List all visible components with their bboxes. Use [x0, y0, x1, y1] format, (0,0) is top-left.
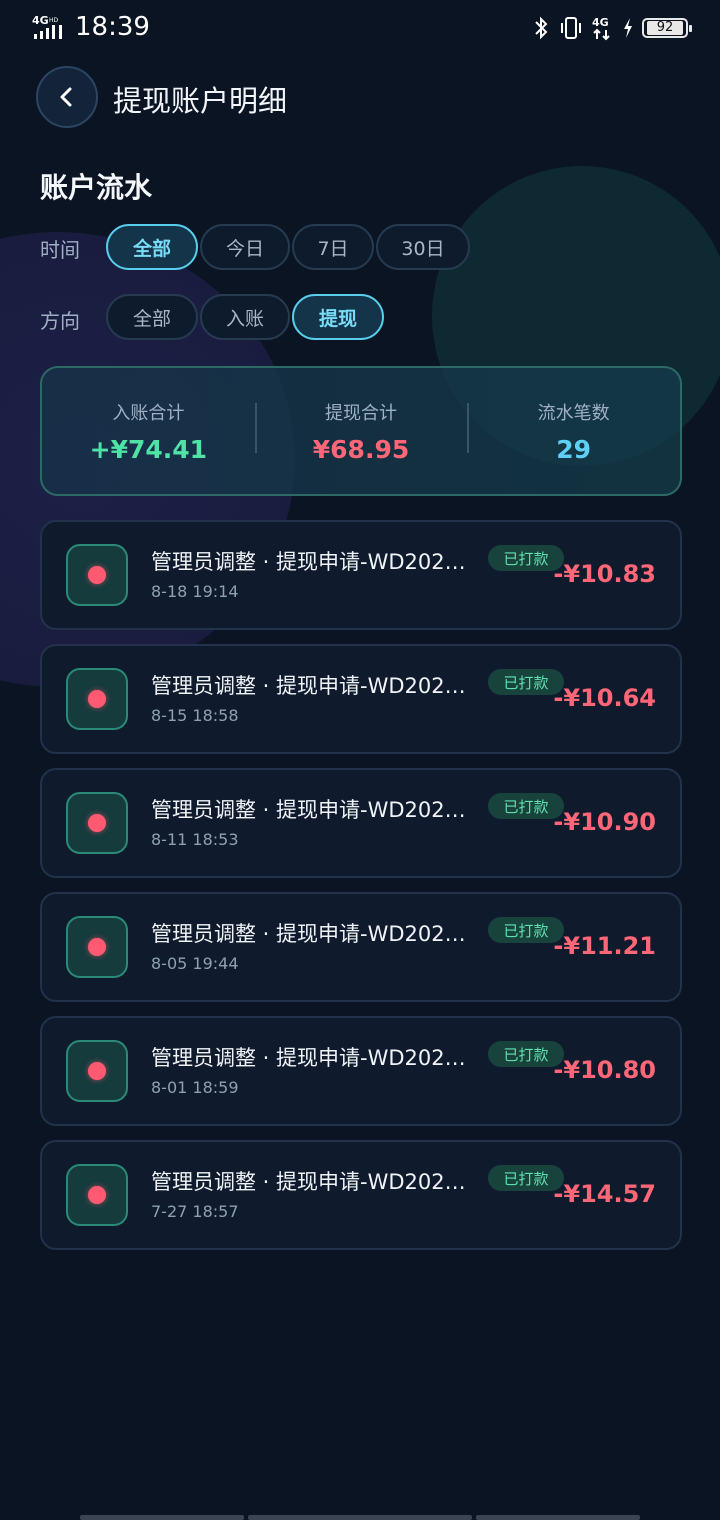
status-icons: 4G 92	[532, 14, 692, 42]
withdraw-total-value: ¥68.95	[312, 434, 410, 464]
time-chip-all[interactable]: 全部	[106, 224, 198, 270]
transaction-amount: -¥14.57	[553, 1180, 656, 1208]
time-chip-today[interactable]: 今日	[200, 224, 290, 270]
nav-hint-bar	[80, 1515, 244, 1520]
transaction-title: 管理员调整 · 提现申请-WD20250811	[151, 798, 467, 822]
transaction-time: 8-11 18:53	[151, 830, 239, 849]
transaction-icon	[66, 544, 128, 606]
time-chip-7d[interactable]: 7日	[292, 224, 374, 270]
direction-filter: 全部 入账 提现	[106, 294, 384, 340]
summary-card: 入账合计 +¥74.41 提现合计 ¥68.95 流水笔数 29	[40, 366, 682, 496]
transaction-time: 8-05 19:44	[151, 954, 239, 973]
time-filter-label: 时间	[40, 238, 80, 262]
transaction-title: 管理员调整 · 提现申请-WD20250815	[151, 674, 467, 698]
status-bar: 4G HD 18:39 4G 92	[0, 0, 720, 56]
transaction-icon	[66, 1164, 128, 1226]
page-title: 提现账户明细	[113, 84, 288, 118]
transaction-item[interactable]: 管理员调整 · 提现申请-WD20250811 8-11 18:53 已打款 -…	[40, 768, 682, 878]
income-total: 入账合计 +¥74.41	[42, 399, 255, 464]
nav-hint-bar	[248, 1515, 472, 1520]
transaction-time: 8-18 19:14	[151, 582, 239, 601]
charging-icon	[624, 18, 632, 38]
transaction-title: 管理员调整 · 提现申请-WD20250805	[151, 922, 467, 946]
transaction-time: 8-01 18:59	[151, 1078, 239, 1097]
direction-chip-withdraw[interactable]: 提现	[292, 294, 384, 340]
transaction-icon	[66, 916, 128, 978]
transaction-item[interactable]: 管理员调整 · 提现申请-WD20250815 8-15 18:58 已打款 -…	[40, 644, 682, 754]
transaction-amount: -¥10.64	[553, 684, 656, 712]
chevron-left-icon	[60, 87, 72, 107]
income-total-label: 入账合计	[112, 402, 185, 424]
transaction-time: 7-27 18:57	[151, 1202, 239, 1221]
transaction-title: 管理员调整 · 提现申请-WD20250818	[151, 550, 467, 574]
transaction-amount: -¥11.21	[553, 932, 656, 960]
record-count-label: 流水笔数	[537, 402, 610, 424]
transaction-item[interactable]: 管理员调整 · 提现申请-WD20250801 8-01 18:59 已打款 -…	[40, 1016, 682, 1126]
svg-text:HD: HD	[49, 17, 59, 24]
transaction-title: 管理员调整 · 提现申请-WD20250727	[151, 1170, 467, 1194]
bluetooth-icon	[535, 16, 548, 40]
transaction-icon	[66, 668, 128, 730]
income-total-value: +¥74.41	[89, 434, 208, 464]
transaction-title: 管理员调整 · 提现申请-WD20250801	[151, 1046, 467, 1070]
battery-level: 92	[647, 21, 683, 35]
back-button[interactable]	[36, 66, 98, 128]
time-filter: 全部 今日 7日 30日	[106, 224, 470, 270]
signal-icon: 4G HD	[32, 14, 62, 39]
clock: 18:39	[75, 12, 150, 42]
battery-icon: 92	[642, 18, 692, 38]
direction-chip-all[interactable]: 全部	[106, 294, 198, 340]
status-dot-icon	[88, 1062, 106, 1080]
transaction-icon	[66, 792, 128, 854]
transaction-amount: -¥10.90	[553, 808, 656, 836]
status-dot-icon	[88, 690, 106, 708]
transaction-item[interactable]: 管理员调整 · 提现申请-WD20250818 8-18 19:14 已打款 -…	[40, 520, 682, 630]
record-count-value: 29	[556, 434, 592, 464]
section-title: 账户流水	[40, 171, 153, 204]
svg-text:4G: 4G	[592, 16, 609, 29]
direction-chip-income[interactable]: 入账	[200, 294, 290, 340]
transaction-item[interactable]: 管理员调整 · 提现申请-WD20250805 8-05 19:44 已打款 -…	[40, 892, 682, 1002]
status-dot-icon	[88, 938, 106, 956]
transaction-time: 8-15 18:58	[151, 706, 239, 725]
status-dot-icon	[88, 814, 106, 832]
transaction-amount: -¥10.83	[553, 560, 656, 588]
time-chip-30d[interactable]: 30日	[376, 224, 470, 270]
data-icon: 4G	[592, 16, 610, 41]
status-dot-icon	[88, 566, 106, 584]
transaction-icon	[66, 1040, 128, 1102]
withdraw-total-label: 提现合计	[325, 402, 397, 424]
record-count: 流水笔数 29	[467, 399, 680, 464]
vibrate-icon	[561, 17, 581, 39]
status-dot-icon	[88, 1186, 106, 1204]
nav-hint-bar	[476, 1515, 640, 1520]
withdraw-total: 提现合计 ¥68.95	[254, 399, 468, 464]
transaction-amount: -¥10.80	[553, 1056, 656, 1084]
transaction-item[interactable]: 管理员调整 · 提现申请-WD20250727 7-27 18:57 已打款 -…	[40, 1140, 682, 1250]
direction-filter-label: 方向	[40, 309, 80, 333]
svg-text:4G: 4G	[32, 14, 49, 27]
screen: 4G HD 18:39 4G 92 提现账户明细 账户流水 时间 全部 今日 7…	[0, 0, 720, 1520]
